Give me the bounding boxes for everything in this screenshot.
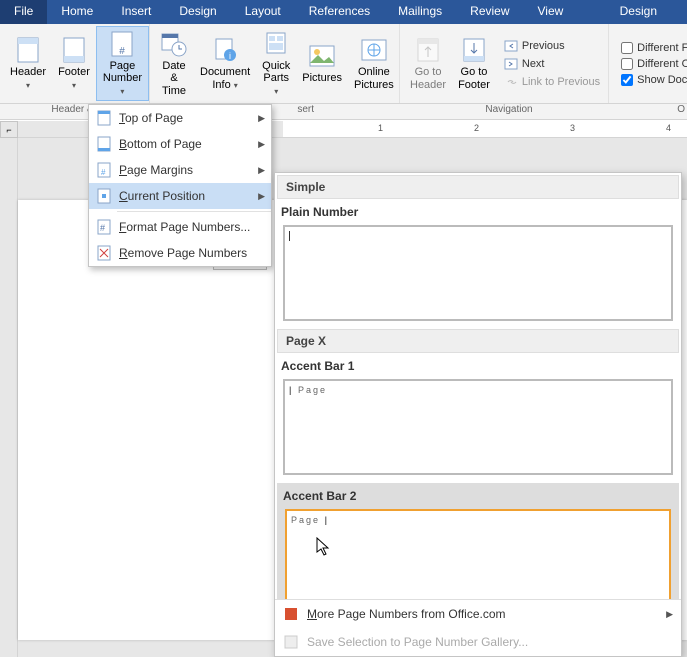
group-options-label: O <box>614 104 687 119</box>
gallery-item-plain-number[interactable]: Plain Number <box>275 201 681 321</box>
tab-design[interactable]: Design <box>165 0 230 24</box>
footer-label: Footer▾ <box>58 66 90 90</box>
different-first-checkbox[interactable]: Different F <box>617 41 687 55</box>
goto-header-label: Go to Header <box>410 66 446 90</box>
pictures-icon <box>308 42 336 70</box>
online-pictures-label: Online Pictures <box>354 66 394 90</box>
previous-button[interactable]: Previous <box>500 38 604 54</box>
gallery-preview: | Page <box>283 379 673 475</box>
date-time-button[interactable]: Date & Time <box>154 26 194 101</box>
format-page-numbers-icon: # <box>95 218 113 236</box>
page-number-label: Page Number ▾ <box>103 60 142 96</box>
gallery-item-label: Plain Number <box>275 201 681 223</box>
date-time-label: Date & Time <box>160 60 188 96</box>
document-info-label: Document Info ▾ <box>200 66 250 90</box>
online-pictures-button[interactable]: Online Pictures <box>348 26 400 101</box>
header-icon <box>14 36 42 64</box>
next-button[interactable]: Next <box>500 56 604 72</box>
current-position-icon <box>95 187 113 205</box>
footer-button[interactable]: Footer▾ <box>52 26 96 101</box>
menu-page-margins[interactable]: # Page Margins ▶ <box>89 157 271 183</box>
group-navigation-label: Navigation <box>404 104 614 119</box>
ruler-tick: 3 <box>570 123 575 133</box>
menu-top-of-page[interactable]: TTop of Pageop of Page ▶ <box>89 105 271 131</box>
header-button[interactable]: Header▾ <box>4 26 52 101</box>
page-margins-icon: # <box>95 161 113 179</box>
page-number-gallery: Simple Plain Number Page X Accent Bar 1 … <box>274 172 682 657</box>
tab-view[interactable]: View <box>524 0 578 24</box>
tab-review[interactable]: Review <box>456 0 523 24</box>
gallery-item-accent-bar-1[interactable]: Accent Bar 1 | Page <box>275 355 681 475</box>
link-to-previous-button[interactable]: Link to Previous <box>500 74 604 90</box>
submenu-arrow-icon: ▶ <box>666 609 673 620</box>
menu-bottom-of-page[interactable]: Bottom of Page ▶ <box>89 131 271 157</box>
vertical-ruler[interactable] <box>0 138 18 657</box>
remove-page-numbers-icon <box>95 244 113 262</box>
top-of-page-icon <box>95 109 113 127</box>
gallery-item-label: Accent Bar 2 <box>277 485 679 507</box>
menu-current-position[interactable]: Current Position ▶ <box>89 183 271 209</box>
submenu-arrow-icon: ▶ <box>258 113 265 124</box>
gallery-category-pagex: Page X <box>277 329 679 353</box>
menu-remove-page-numbers[interactable]: Remove Page Numbers <box>89 240 271 266</box>
quick-parts-button[interactable]: Quick Parts ▾ <box>256 26 296 101</box>
goto-header-icon <box>414 36 442 64</box>
goto-footer-icon <box>460 36 488 64</box>
gallery-scroll[interactable]: Simple Plain Number Page X Accent Bar 1 … <box>275 173 681 599</box>
ribbon: Header▾ Footer▾ # Page Number ▾ Date & T… <box>0 24 687 104</box>
different-odd-checkbox[interactable]: Different O <box>617 57 687 71</box>
pictures-button[interactable]: Pictures <box>296 26 348 101</box>
date-time-icon <box>160 30 188 58</box>
gallery-item-accent-bar-2[interactable]: Accent Bar 2 Page | <box>277 483 679 599</box>
goto-header-button[interactable]: Go to Header <box>404 26 452 101</box>
svg-text:#: # <box>101 168 106 177</box>
goto-footer-label: Go to Footer <box>458 66 490 90</box>
submenu-arrow-icon: ▶ <box>258 191 265 202</box>
tab-home[interactable]: Home <box>47 0 107 24</box>
gallery-item-label: Accent Bar 1 <box>275 355 681 377</box>
gallery-more-office[interactable]: More Page Numbers from Office.com ▶ <box>275 600 681 628</box>
show-document-checkbox[interactable]: Show Docu <box>617 73 687 87</box>
quick-parts-icon <box>262 30 290 58</box>
goto-footer-button[interactable]: Go to Footer <box>452 26 496 101</box>
ruler-tick: 2 <box>474 123 479 133</box>
ribbon-tabbar: File Home Insert Design Layout Reference… <box>0 0 687 24</box>
tab-layout[interactable]: Layout <box>231 0 295 24</box>
document-info-button[interactable]: i Document Info ▾ <box>194 26 256 101</box>
page-number-icon: # <box>108 30 136 58</box>
footer-icon <box>60 36 88 64</box>
gallery-preview: Page | <box>285 509 671 599</box>
page-number-button[interactable]: # Page Number ▾ <box>96 26 149 101</box>
gallery-category-simple: Simple <box>277 175 679 199</box>
tab-references[interactable]: References <box>295 0 384 24</box>
gallery-preview <box>283 225 673 321</box>
tab-mailings[interactable]: Mailings <box>384 0 456 24</box>
menu-format-page-numbers[interactable]: # Format Page Numbers... <box>89 214 271 240</box>
gallery-save-selection: Save Selection to Page Number Gallery... <box>275 628 681 656</box>
ruler-tick: 4 <box>666 123 671 133</box>
submenu-arrow-icon: ▶ <box>258 139 265 150</box>
svg-text:i: i <box>229 51 231 61</box>
ruler-corner: ⌐ <box>0 121 18 138</box>
save-selection-icon <box>283 634 299 650</box>
tab-headerfooter-design[interactable]: Design <box>590 0 687 24</box>
ruler-tick: 1 <box>378 123 383 133</box>
page-number-menu: TTop of Pageop of Page ▶ Bottom of Page … <box>88 104 272 267</box>
pictures-label: Pictures <box>302 72 342 84</box>
bottom-of-page-icon <box>95 135 113 153</box>
svg-text:#: # <box>120 46 126 57</box>
gallery-footer: More Page Numbers from Office.com ▶ Save… <box>275 599 681 656</box>
online-pictures-icon <box>360 36 388 64</box>
header-label: Header▾ <box>10 66 46 90</box>
tab-insert[interactable]: Insert <box>107 0 165 24</box>
quick-parts-label: Quick Parts ▾ <box>262 60 290 96</box>
svg-text:#: # <box>100 223 105 233</box>
document-info-icon: i <box>211 36 239 64</box>
submenu-arrow-icon: ▶ <box>258 165 265 176</box>
tab-file[interactable]: File <box>0 0 47 24</box>
office-icon <box>283 606 299 622</box>
